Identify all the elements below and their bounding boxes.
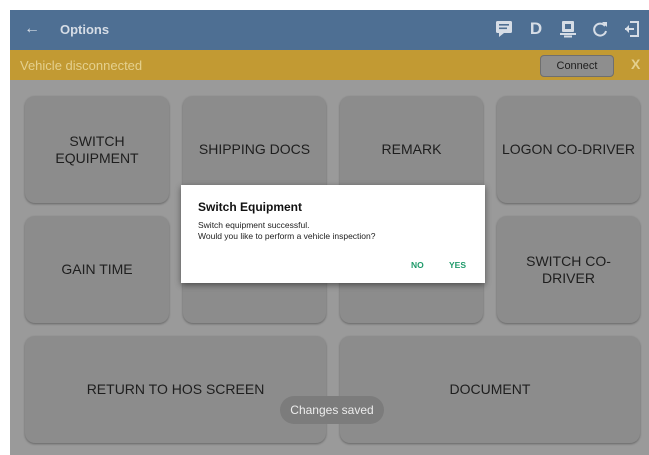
no-button[interactable]: NO [411, 260, 424, 270]
dialog-message-line1: Switch equipment successful. [198, 220, 310, 230]
tile-label: SHIPPING DOCS [198, 141, 311, 157]
logout-icon[interactable] [621, 17, 643, 41]
gain-time-button[interactable]: GAIN TIME [25, 216, 169, 323]
duty-status-icon[interactable]: D [525, 17, 547, 41]
switch-equipment-button[interactable]: SWITCH EQUIPMENT [25, 96, 169, 203]
tile-label: GAIN TIME [61, 261, 133, 277]
back-arrow-icon[interactable]: ← [24, 19, 40, 39]
banner-message: Vehicle disconnected [20, 58, 143, 73]
return-to-hos-screen-button[interactable]: RETURN TO HOS SCREEN [25, 336, 326, 443]
app-screen: ← Options D Vehicle disconnected Connect… [10, 10, 649, 455]
app-bar-actions: D [493, 17, 643, 41]
refresh-icon[interactable] [589, 17, 611, 41]
eld-device-icon[interactable] [557, 17, 579, 41]
logon-co-driver-button[interactable]: LOGON CO-DRIVER [497, 96, 640, 203]
connection-banner: Vehicle disconnected Connect X [10, 50, 649, 80]
tile-label: REMARK [381, 141, 442, 157]
switch-co-driver-button[interactable]: SWITCH CO-DRIVER [497, 216, 640, 323]
banner-close-button[interactable]: X [631, 56, 640, 72]
tile-label: DOCUMENT [449, 381, 531, 397]
tile-label: RETURN TO HOS SCREEN [86, 381, 265, 397]
toast-message: Changes saved [280, 396, 384, 424]
dialog-message-line2: Would you like to perform a vehicle insp… [198, 231, 376, 241]
connect-button[interactable]: Connect [540, 55, 614, 77]
tile-label: SWITCH CO-DRIVER [526, 252, 611, 286]
app-bar: ← Options D [10, 10, 649, 50]
tile-label: SWITCH EQUIPMENT [55, 132, 139, 166]
document-button[interactable]: DOCUMENT [340, 336, 640, 443]
page-title: Options [60, 22, 110, 37]
switch-equipment-dialog: Switch Equipment Switch equipment succes… [181, 185, 485, 283]
dialog-title: Switch Equipment [198, 200, 303, 214]
yes-button[interactable]: YES [449, 260, 466, 270]
tile-label: LOGON CO-DRIVER [501, 141, 635, 157]
message-icon[interactable] [493, 17, 515, 41]
